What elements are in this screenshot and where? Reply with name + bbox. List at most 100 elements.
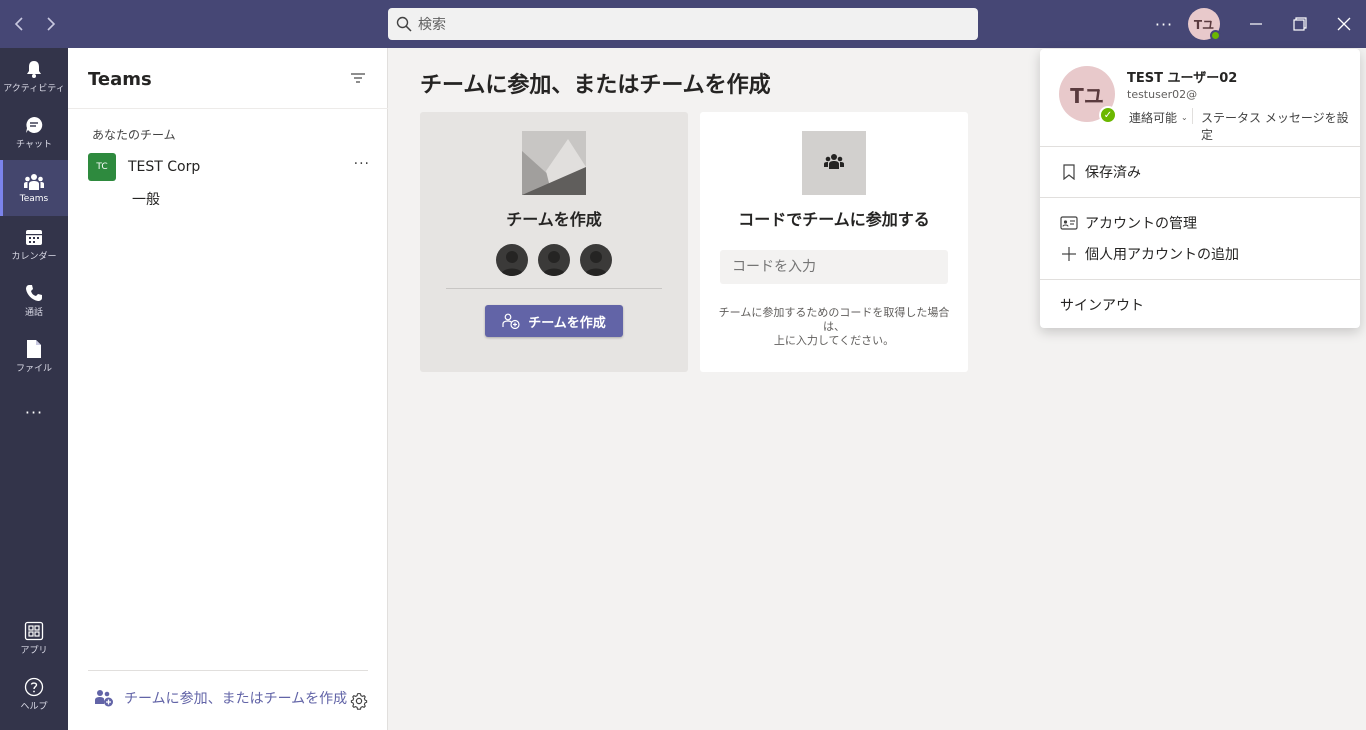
add-personal-account-menu-item[interactable]: 個人用アカウントの追加 — [1060, 242, 1239, 266]
more-options-button[interactable]: ··· — [1152, 12, 1176, 36]
plus-icon — [1060, 245, 1078, 263]
pane-title: Teams — [88, 69, 152, 90]
search-placeholder: 検索 — [418, 17, 446, 33]
calendar-icon — [26, 229, 42, 245]
your-teams-label: あなたのチーム — [92, 128, 176, 142]
team-placeholder-image — [522, 131, 586, 195]
join-hint-text: チームに参加するためのコードを取得した場合は、 上に入力してください。 — [714, 306, 954, 348]
search-box[interactable]: 検索 — [388, 8, 978, 40]
join-with-code-title: コードでチームに参加する — [738, 210, 930, 229]
hint-line: 上に入力してください。 — [773, 334, 895, 347]
back-button[interactable] — [8, 12, 32, 36]
avatar-initials: Tユ — [1193, 17, 1215, 32]
divider — [446, 288, 662, 289]
profile-avatar-button[interactable]: Tユ — [1188, 8, 1221, 41]
manage-teams-button[interactable] — [350, 692, 370, 712]
divider — [68, 108, 388, 109]
minimize-icon — [1250, 23, 1262, 25]
page-title: チームに参加、またはチームを作成 — [420, 73, 771, 98]
title-bar: 検索 ··· Tユ — [0, 0, 1366, 48]
restore-button[interactable] — [1284, 8, 1316, 40]
rail-label: アプリ — [20, 645, 48, 656]
create-team-button-label: チームを作成 — [528, 315, 606, 331]
person-avatar-icon — [580, 244, 612, 276]
person-avatar-icon — [496, 244, 528, 276]
rail-label: Teams — [19, 194, 49, 204]
forward-button[interactable] — [38, 12, 62, 36]
status-dropdown[interactable]: 連絡可能 ⌄ — [1129, 109, 1188, 126]
divider — [1040, 279, 1360, 280]
create-team-title: チームを作成 — [506, 210, 602, 229]
sign-out-menu-item[interactable]: サインアウト — [1060, 293, 1144, 317]
status-label: 連絡可能 — [1129, 111, 1178, 125]
available-status-icon — [1210, 30, 1221, 41]
saved-menu-item[interactable]: 保存済み — [1060, 160, 1141, 184]
rail-item-calls[interactable]: 通話 — [0, 272, 68, 328]
rail-label: チャット — [16, 139, 52, 150]
chevron-down-icon: ⌄ — [1181, 113, 1188, 122]
image-placeholder-icon — [522, 131, 586, 195]
profile-menu: Tユ ✓ TEST ユーザー02 testuser02@ 連絡可能 ⌄ ステータ… — [1040, 49, 1360, 328]
teams-list-pane: Teams あなたのチーム TC TEST Corp ··· 一般 チームに参加… — [68, 48, 388, 730]
add-team-icon — [502, 313, 520, 329]
add-team-icon — [95, 690, 113, 707]
rail-label: ヘルプ — [20, 701, 48, 712]
channel-item-general[interactable]: 一般 — [132, 189, 160, 209]
person-avatar-icon — [538, 244, 570, 276]
bell-icon — [27, 60, 41, 78]
apps-icon — [24, 621, 44, 640]
more-icon: ··· — [24, 402, 44, 422]
file-icon — [27, 339, 41, 358]
rail-label: アクティビティ — [3, 83, 65, 94]
rail-label: 通話 — [24, 307, 43, 318]
rail-item-chat[interactable]: チャット — [0, 104, 68, 160]
team-more-options-button[interactable]: ··· — [354, 156, 370, 172]
join-with-code-card: コードでチームに参加する チームに参加するためのコードを取得した場合は、 上に入… — [700, 112, 968, 372]
rail-more-button[interactable]: ··· — [0, 384, 68, 440]
chat-icon — [26, 116, 43, 133]
profile-avatar[interactable]: Tユ ✓ — [1059, 66, 1117, 124]
filter-button[interactable] — [350, 70, 370, 86]
team-item-test-corp[interactable]: TC TEST Corp ··· — [88, 152, 378, 182]
phone-icon — [26, 284, 42, 301]
rail-label: ファイル — [15, 363, 52, 374]
join-or-create-team-link[interactable]: チームに参加、またはチームを作成 — [94, 688, 347, 708]
divider — [1192, 108, 1193, 124]
menu-item-label: 保存済み — [1085, 165, 1141, 181]
rail-item-files[interactable]: ファイル — [0, 328, 68, 384]
menu-item-label: アカウントの管理 — [1085, 216, 1197, 232]
app-rail: アクティビティ チャット Teams カレンダー 通話 ファイル ··· アプリ… — [0, 48, 68, 730]
create-team-button[interactable]: チームを作成 — [485, 305, 623, 337]
minimize-button[interactable] — [1240, 8, 1272, 40]
teams-icon — [824, 154, 844, 169]
chevron-left-icon — [14, 17, 23, 31]
team-code-input[interactable] — [720, 250, 948, 284]
filter-icon — [351, 73, 365, 83]
rail-item-help[interactable]: ヘルプ — [0, 666, 68, 722]
rail-item-activity[interactable]: アクティビティ — [0, 48, 68, 104]
profile-email: testuser02@ — [1127, 88, 1198, 101]
join-team-image — [802, 131, 866, 195]
menu-item-label: 個人用アカウントの追加 — [1085, 247, 1239, 263]
teams-icon — [24, 174, 44, 190]
close-icon — [1337, 17, 1351, 31]
rail-item-teams[interactable]: Teams — [0, 160, 68, 216]
rail-item-apps[interactable]: アプリ — [0, 610, 68, 666]
close-button[interactable] — [1328, 8, 1360, 40]
team-name: TEST Corp — [128, 159, 201, 175]
chevron-right-icon — [47, 17, 56, 31]
help-icon — [24, 677, 44, 696]
team-avatar: TC — [88, 153, 116, 181]
manage-account-menu-item[interactable]: アカウントの管理 — [1060, 211, 1197, 235]
rail-item-calendar[interactable]: カレンダー — [0, 216, 68, 272]
rail-label: カレンダー — [11, 251, 57, 262]
create-team-card: チームを作成 チームを作成 — [420, 112, 688, 372]
join-or-create-label: チームに参加、またはチームを作成 — [124, 691, 348, 707]
search-icon — [396, 16, 412, 32]
member-avatars — [496, 244, 612, 276]
id-card-icon — [1060, 214, 1078, 232]
restore-icon — [1293, 17, 1307, 31]
menu-item-label: サインアウト — [1060, 298, 1144, 314]
set-status-message-link[interactable]: ステータス メッセージを設定 — [1201, 109, 1360, 143]
divider — [1040, 146, 1360, 147]
